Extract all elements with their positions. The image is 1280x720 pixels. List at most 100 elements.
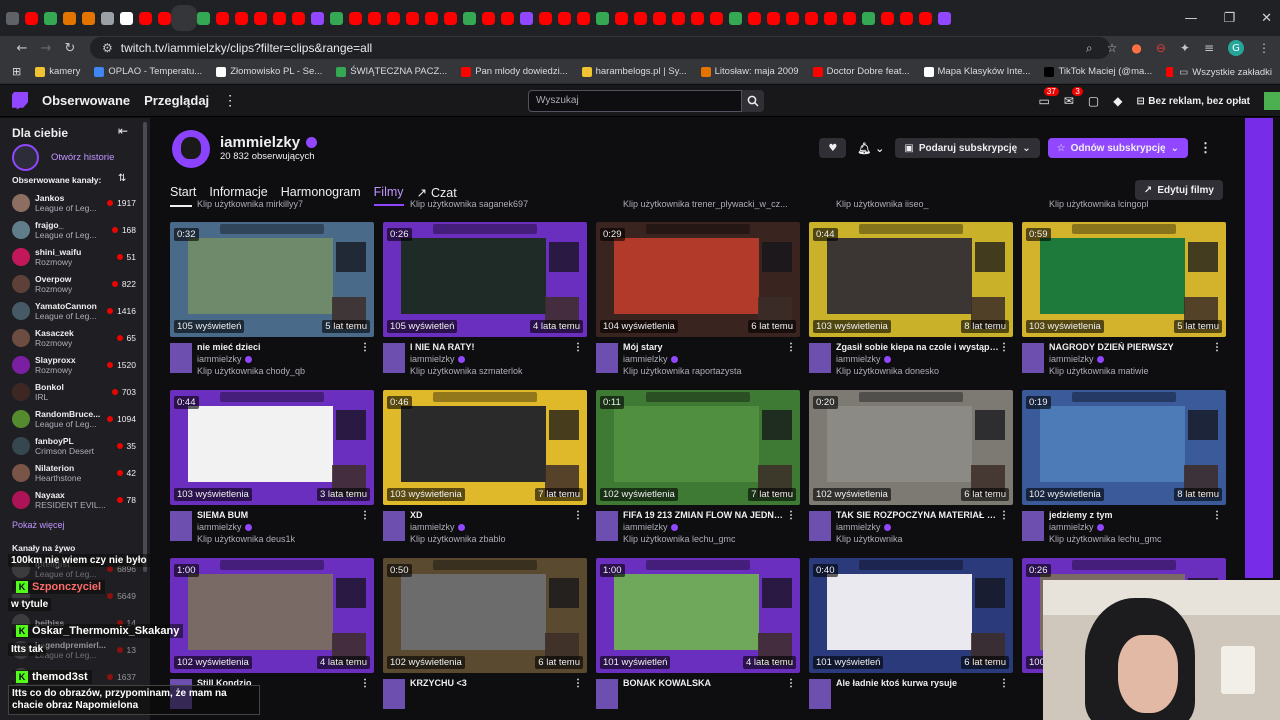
clip-channel[interactable]: iammielzky [1049, 522, 1104, 532]
clip-thumbnail[interactable]: 0:44 103 wyświetlenia 3 lata temu [170, 390, 374, 505]
sidebar-channel[interactable]: frajgo_ League of Leg... 168 [12, 217, 136, 243]
browser-tab-favicon[interactable] [672, 11, 685, 25]
clip-title[interactable]: Zgasił sobie kiepa na czole i wystąpił .… [836, 342, 1001, 352]
bookmark-item[interactable]: Doctor Dobre feat... [812, 66, 910, 77]
clip-channel[interactable]: iammielzky [197, 522, 252, 532]
clip-author[interactable]: Klip użytkownika chody_qb [197, 366, 305, 376]
clip-more-icon[interactable]: ⋮ [999, 342, 1009, 353]
stories-entry[interactable]: Otwórz historie [12, 144, 114, 171]
browser-tab-favicon[interactable] [158, 11, 171, 25]
user-avatar[interactable] [1264, 92, 1280, 110]
clip-more-icon[interactable]: ⋮ [360, 678, 370, 689]
browser-tab-favicon[interactable] [387, 11, 400, 25]
apps-grid-icon[interactable]: ⊞ [12, 65, 21, 78]
restore-icon[interactable]: ❐ [1223, 11, 1235, 26]
collapse-sidebar-icon[interactable]: ⇤ [118, 124, 128, 138]
clip-card[interactable]: 0:20 102 wyświetlenia 6 lat temu TAK SIE RO… [809, 390, 1013, 550]
search-input[interactable]: Wyszukaj [528, 90, 742, 112]
clip-title[interactable]: KRZYCHU <3 [410, 678, 575, 688]
browser-tab-favicon[interactable] [862, 11, 875, 25]
browser-tab-favicon[interactable] [729, 11, 742, 25]
browse-link[interactable]: Przeglądaj [144, 93, 209, 108]
all-bookmarks[interactable]: ▭ Wszystkie zakładki [1173, 60, 1272, 83]
sidebar-channel[interactable]: YamatoCannon League of Leg... 1416 [12, 298, 136, 324]
clip-channel-avatar[interactable] [596, 511, 618, 541]
browser-tab-favicon[interactable] [6, 11, 19, 25]
clip-channel-avatar[interactable] [383, 511, 405, 541]
bookmark-item[interactable]: Mapa Klasyków Inte... [923, 66, 1030, 77]
browser-tab-favicon[interactable] [634, 11, 647, 25]
clip-channel-avatar[interactable] [170, 343, 192, 373]
clip-channel-avatar[interactable] [809, 679, 831, 709]
clip-more-icon[interactable]: ⋮ [1212, 342, 1222, 353]
clip-author[interactable]: Klip użytkownika donesko [836, 366, 939, 376]
show-more-link[interactable]: Pokaż więcej [12, 520, 65, 530]
clip-channel-avatar[interactable] [809, 511, 831, 541]
browser-tab-favicon[interactable] [82, 11, 95, 25]
bits-icon[interactable]: ◆ [1113, 94, 1122, 108]
clip-channel-avatar[interactable] [170, 511, 192, 541]
clip-channel[interactable]: iammielzky [1049, 354, 1104, 364]
clip-channel[interactable]: iammielzky [410, 522, 465, 532]
sidebar-channel[interactable]: Nilaterion Hearthstone 42 [12, 460, 136, 486]
clip-card[interactable]: 0:11 102 wyświetlenia 7 lat temu FIFA 19 21… [596, 390, 800, 550]
following-link[interactable]: Obserwowane [42, 93, 130, 108]
browser-tab-favicon[interactable] [710, 11, 723, 25]
channel-avatar[interactable] [172, 130, 210, 168]
sort-icon[interactable]: ⇅ [118, 173, 126, 184]
browser-tab-favicon[interactable] [748, 11, 761, 25]
search-button[interactable] [742, 90, 764, 112]
back-icon[interactable]: ← [10, 41, 34, 56]
browser-tab-favicon[interactable] [368, 11, 381, 25]
sidebar-channel[interactable]: Overpow Rozmowy 822 [12, 271, 136, 297]
browser-tab-favicon[interactable] [539, 11, 552, 25]
browser-tab-favicon[interactable] [171, 5, 197, 31]
clip-channel-avatar[interactable] [383, 343, 405, 373]
close-window-icon[interactable]: ✕ [1261, 11, 1272, 26]
bookmark-item[interactable]: Złomowisko PL - Se... [216, 66, 322, 77]
browser-tab-favicon[interactable] [292, 11, 305, 25]
clip-channel[interactable]: iammielzky [410, 354, 465, 364]
browser-tab-favicon[interactable] [63, 11, 76, 25]
clip-title[interactable]: I NIE NA RATY! [410, 342, 575, 352]
channel-name[interactable]: iammielzky [220, 134, 300, 151]
bookmark-item[interactable]: harambelogs.pl | Sy... [581, 66, 687, 77]
clip-thumbnail[interactable]: 1:00 101 wyświetleń 4 lata temu [596, 558, 800, 673]
reload-icon[interactable]: ↻ [58, 41, 82, 56]
clip-title[interactable]: BONAK KOWALSKA [623, 678, 788, 688]
browser-tab-favicon[interactable] [273, 11, 286, 25]
clip-card[interactable]: 0:26 105 wyświetleń 4 lata temu I NIE NA RA… [383, 222, 587, 382]
browser-tab-favicon[interactable] [805, 11, 818, 25]
extensions-puzzle-icon[interactable]: ✦ [1180, 41, 1190, 55]
clip-more-icon[interactable]: ⋮ [786, 342, 796, 353]
media-icon[interactable]: ≡ [1204, 41, 1214, 55]
clip-card[interactable]: 0:19 102 wyświetlenia 8 lat temu jedziemy z… [1022, 390, 1226, 550]
extension-icon[interactable]: ● [1131, 41, 1141, 55]
clip-thumbnail[interactable]: 0:50 102 wyświetlenia 6 lat temu [383, 558, 587, 673]
bookmark-item[interactable]: kamery [35, 66, 80, 77]
clip-card[interactable]: 0:44 103 wyświetlenia 3 lata temu SIEMA BUM… [170, 390, 374, 550]
browser-tab-favicon[interactable] [824, 11, 837, 25]
site-info-icon[interactable]: ⚙ [102, 41, 113, 55]
clip-card[interactable]: 1:00 101 wyświetleń 4 lata temu BONAK KOWAL… [596, 558, 800, 718]
clip-title[interactable]: FIFA 19 213 ZMIAN FLOW NA JEDNYM ... [623, 510, 788, 520]
browser-tab-favicon[interactable] [44, 11, 57, 25]
clip-thumbnail[interactable]: 0:26 105 wyświetleń 4 lata temu [383, 222, 587, 337]
clip-card[interactable]: 0:44 103 wyświetlenia 8 lat temu Zgasił sob… [809, 222, 1013, 382]
clip-thumbnail[interactable]: 0:20 102 wyświetlenia 6 lat temu [809, 390, 1013, 505]
clip-author[interactable]: Klip użytkownika zbablo [410, 534, 506, 544]
browser-tab-favicon[interactable] [520, 11, 533, 25]
zoom-icon[interactable]: ⌕ [1086, 41, 1093, 56]
clip-more-icon[interactable]: ⋮ [573, 510, 583, 521]
browser-tab-favicon[interactable] [349, 11, 362, 25]
browser-tab-favicon[interactable] [139, 11, 152, 25]
clip-channel[interactable]: iammielzky [623, 522, 678, 532]
clip-title[interactable]: SIEMA BUM [197, 510, 362, 520]
more-menu-icon[interactable]: ⋮ [223, 92, 237, 109]
edit-clips-button[interactable]: ↗ Edytuj filmy [1134, 180, 1223, 200]
browser-tab-favicon[interactable] [938, 11, 951, 25]
browser-tab-favicon[interactable] [120, 11, 133, 25]
clip-author[interactable]: Klip użytkownika lechu_gmc [1049, 534, 1162, 544]
clip-author[interactable]: Klip użytkownika matiwie [1049, 366, 1149, 376]
browser-tab-favicon[interactable] [330, 11, 343, 25]
